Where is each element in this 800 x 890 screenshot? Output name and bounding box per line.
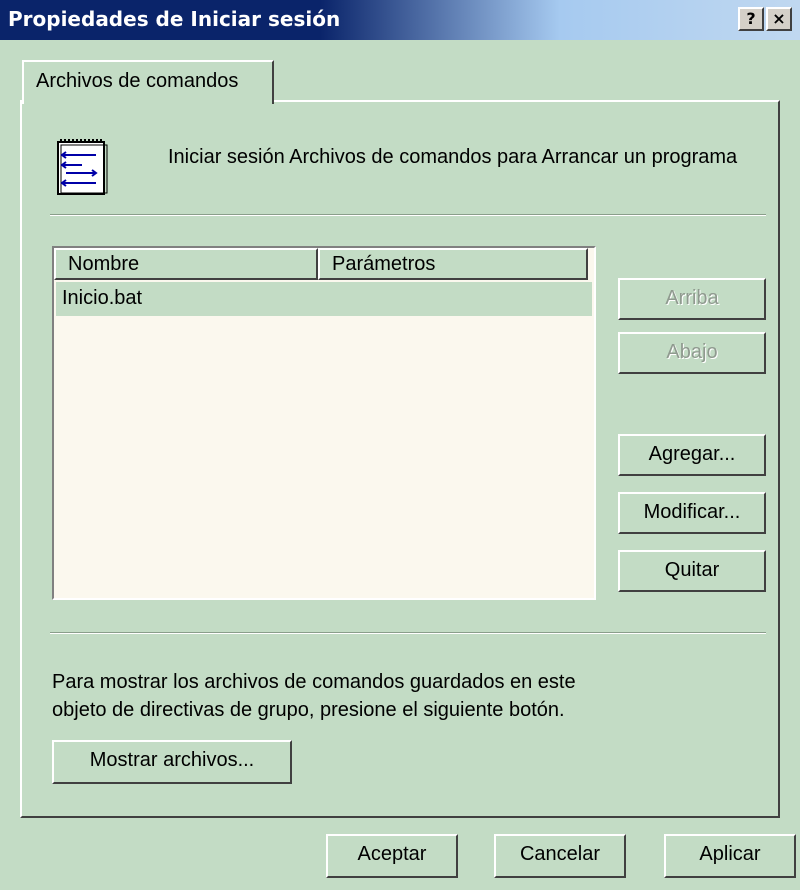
list-item-name: Inicio.bat	[62, 287, 143, 309]
help-button[interactable]: ?	[738, 7, 764, 31]
separator-bottom	[50, 632, 766, 634]
close-button[interactable]: ×	[766, 7, 792, 31]
list-item[interactable]: Inicio.bat	[56, 282, 592, 316]
remove-button[interactable]: Quitar	[618, 550, 766, 592]
list-header: Nombre Parámetros	[54, 248, 594, 280]
show-files-description: Para mostrar los archivos de comandos gu…	[52, 671, 576, 721]
tab-label: Archivos de comandos	[36, 70, 239, 92]
edit-button[interactable]: Modificar...	[618, 492, 766, 534]
down-button[interactable]: Abajo	[618, 332, 766, 374]
window-title: Propiedades de Iniciar sesión	[8, 7, 341, 31]
ok-button[interactable]: Aceptar	[326, 834, 458, 878]
title-bar[interactable]: Propiedades de Iniciar sesión ? ×	[0, 0, 800, 40]
up-button[interactable]: Arriba	[618, 278, 766, 320]
column-header-params[interactable]: Parámetros	[318, 248, 588, 280]
header-description: Iniciar sesión Archivos de comandos para…	[168, 146, 738, 168]
column-header-name[interactable]: Nombre	[54, 248, 318, 280]
cancel-button[interactable]: Cancelar	[494, 834, 626, 878]
script-list-icon	[57, 139, 108, 195]
apply-button[interactable]: Aplicar	[664, 834, 796, 878]
add-button[interactable]: Agregar...	[618, 434, 766, 476]
show-files-button[interactable]: Mostrar archivos...	[52, 740, 292, 784]
separator-top	[50, 214, 766, 216]
tab-archivos-de-comandos[interactable]: Archivos de comandos	[22, 60, 274, 104]
scripts-list[interactable]: Nombre Parámetros Inicio.bat	[52, 246, 596, 600]
